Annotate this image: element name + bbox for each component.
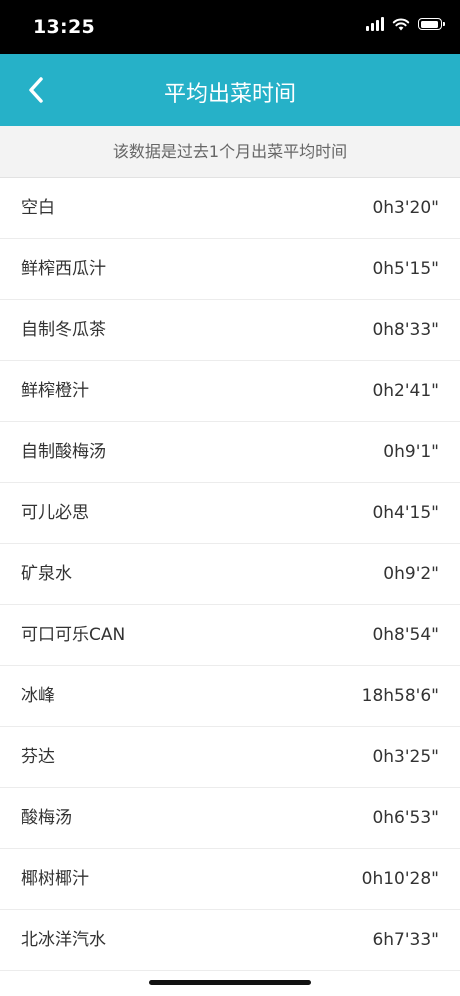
item-name: 空白 — [21, 198, 55, 218]
item-name: 自制冬瓜茶 — [21, 320, 106, 340]
status-time: 13:25 — [33, 16, 95, 38]
list-item[interactable]: 冰峰 18h58'6" — [0, 666, 460, 727]
item-avg-time: 0h4'15" — [372, 503, 439, 523]
list-item[interactable]: 自制酸梅汤 0h9'1" — [0, 422, 460, 483]
item-name: 自制酸梅汤 — [21, 442, 106, 462]
item-avg-time: 0h8'33" — [372, 320, 439, 340]
status-icons — [366, 17, 445, 31]
list-item[interactable]: 北冰洋汽水 6h7'33" — [0, 910, 460, 971]
item-avg-time: 0h6'53" — [372, 808, 439, 828]
item-name: 酸梅汤 — [21, 808, 72, 828]
list-item[interactable]: 矿泉水 0h9'2" — [0, 544, 460, 605]
item-avg-time: 0h8'54" — [372, 625, 439, 645]
list-item[interactable]: 空白 0h3'20" — [0, 178, 460, 239]
item-avg-time: 0h3'25" — [372, 747, 439, 767]
page-title: 平均出菜时间 — [163, 82, 296, 107]
item-avg-time: 0h10'28" — [361, 869, 439, 889]
item-name: 椰树椰汁 — [21, 869, 89, 889]
status-bar: 13:25 — [0, 0, 460, 54]
item-name: 可口可乐CAN — [21, 625, 126, 645]
item-name: 鲜榨西瓜汁 — [21, 259, 106, 279]
cellular-signal-icon — [366, 17, 384, 31]
battery-icon — [418, 18, 445, 30]
item-avg-time: 6h7'33" — [372, 930, 439, 950]
app-screen: 13:25 平均出菜时间 该数据是过去1个月出菜平均时间 空白 0h3'20" … — [0, 0, 460, 996]
item-name: 芬达 — [21, 747, 55, 767]
list-item[interactable]: 椰树椰汁 0h10'28" — [0, 849, 460, 910]
list-item[interactable]: 酸梅汤 0h6'53" — [0, 788, 460, 849]
item-avg-time: 0h5'15" — [372, 259, 439, 279]
list-item[interactable]: 可口可乐CAN 0h8'54" — [0, 605, 460, 666]
wifi-icon — [392, 18, 410, 31]
list-item[interactable]: 鲜榨橙汁 0h2'41" — [0, 361, 460, 422]
item-avg-time: 0h3'20" — [372, 198, 439, 218]
notice-banner: 该数据是过去1个月出菜平均时间 — [0, 126, 460, 178]
item-name: 北冰洋汽水 — [21, 930, 106, 950]
nav-header: 平均出菜时间 — [0, 54, 460, 126]
item-name: 可儿必思 — [21, 503, 89, 523]
item-name: 矿泉水 — [21, 564, 72, 584]
list-item[interactable]: 芬达 0h3'25" — [0, 727, 460, 788]
notice-text: 该数据是过去1个月出菜平均时间 — [112, 142, 348, 161]
item-name: 冰峰 — [21, 686, 55, 706]
list-item[interactable]: 鲜榨西瓜汁 0h5'15" — [0, 239, 460, 300]
item-avg-time: 0h2'41" — [372, 381, 439, 401]
item-avg-time: 18h58'6" — [361, 686, 439, 706]
list-item[interactable]: 可儿必思 0h4'15" — [0, 483, 460, 544]
dish-time-list: 空白 0h3'20" 鲜榨西瓜汁 0h5'15" 自制冬瓜茶 0h8'33" 鲜榨橙汁 0h2… — [0, 178, 460, 971]
item-name: 鲜榨橙汁 — [21, 381, 89, 401]
item-avg-time: 0h9'1" — [383, 442, 439, 462]
list-item[interactable]: 自制冬瓜茶 0h8'33" — [0, 300, 460, 361]
item-avg-time: 0h9'2" — [383, 564, 439, 584]
home-indicator[interactable] — [149, 980, 311, 985]
